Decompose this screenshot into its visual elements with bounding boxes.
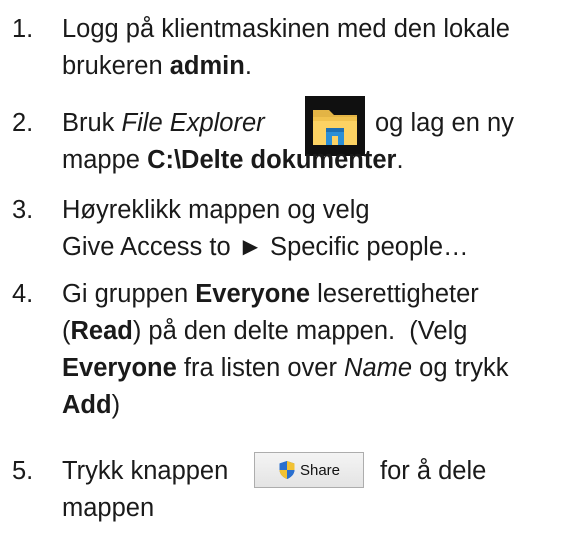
step-1-line-2: brukeren admin. <box>62 52 252 80</box>
step-5-line-1-suffix: for å dele <box>380 457 487 485</box>
step-1-line-1: Logg på klientmaskinen med den lokale <box>62 15 510 43</box>
step-number: 4. <box>12 280 34 308</box>
step-3-line-1: Høyreklikk mappen og velg <box>62 196 370 224</box>
step-number: 3. <box>12 196 34 224</box>
share-button-label: Share <box>299 461 341 479</box>
step-number: 5. <box>12 457 34 485</box>
step-2-line-1-suffix: og lag en ny <box>375 109 514 137</box>
step-4-line-2: (Read) på den delte mappen. (Velg <box>62 317 468 345</box>
step-3-line-2: Give Access to ► Specific people… <box>62 233 469 261</box>
step-5-line-1: Trykk knappen <box>62 457 229 485</box>
uac-shield-icon <box>279 461 295 479</box>
step-2-line-2: mappe C:\Delte dokumenter. <box>62 146 404 174</box>
step-number: 2. <box>12 109 34 137</box>
step-2-line-1: Bruk File Explorer <box>62 109 265 137</box>
step-4-line-3: Everyone fra listen over Name og trykk <box>62 354 509 382</box>
step-number: 1. <box>12 15 34 43</box>
share-button[interactable]: Share <box>254 452 364 488</box>
step-5-line-2: mappen <box>62 494 155 522</box>
step-4-line-1: Gi gruppen Everyone leserettigheter <box>62 280 479 308</box>
step-4-line-4: Add) <box>62 391 121 419</box>
